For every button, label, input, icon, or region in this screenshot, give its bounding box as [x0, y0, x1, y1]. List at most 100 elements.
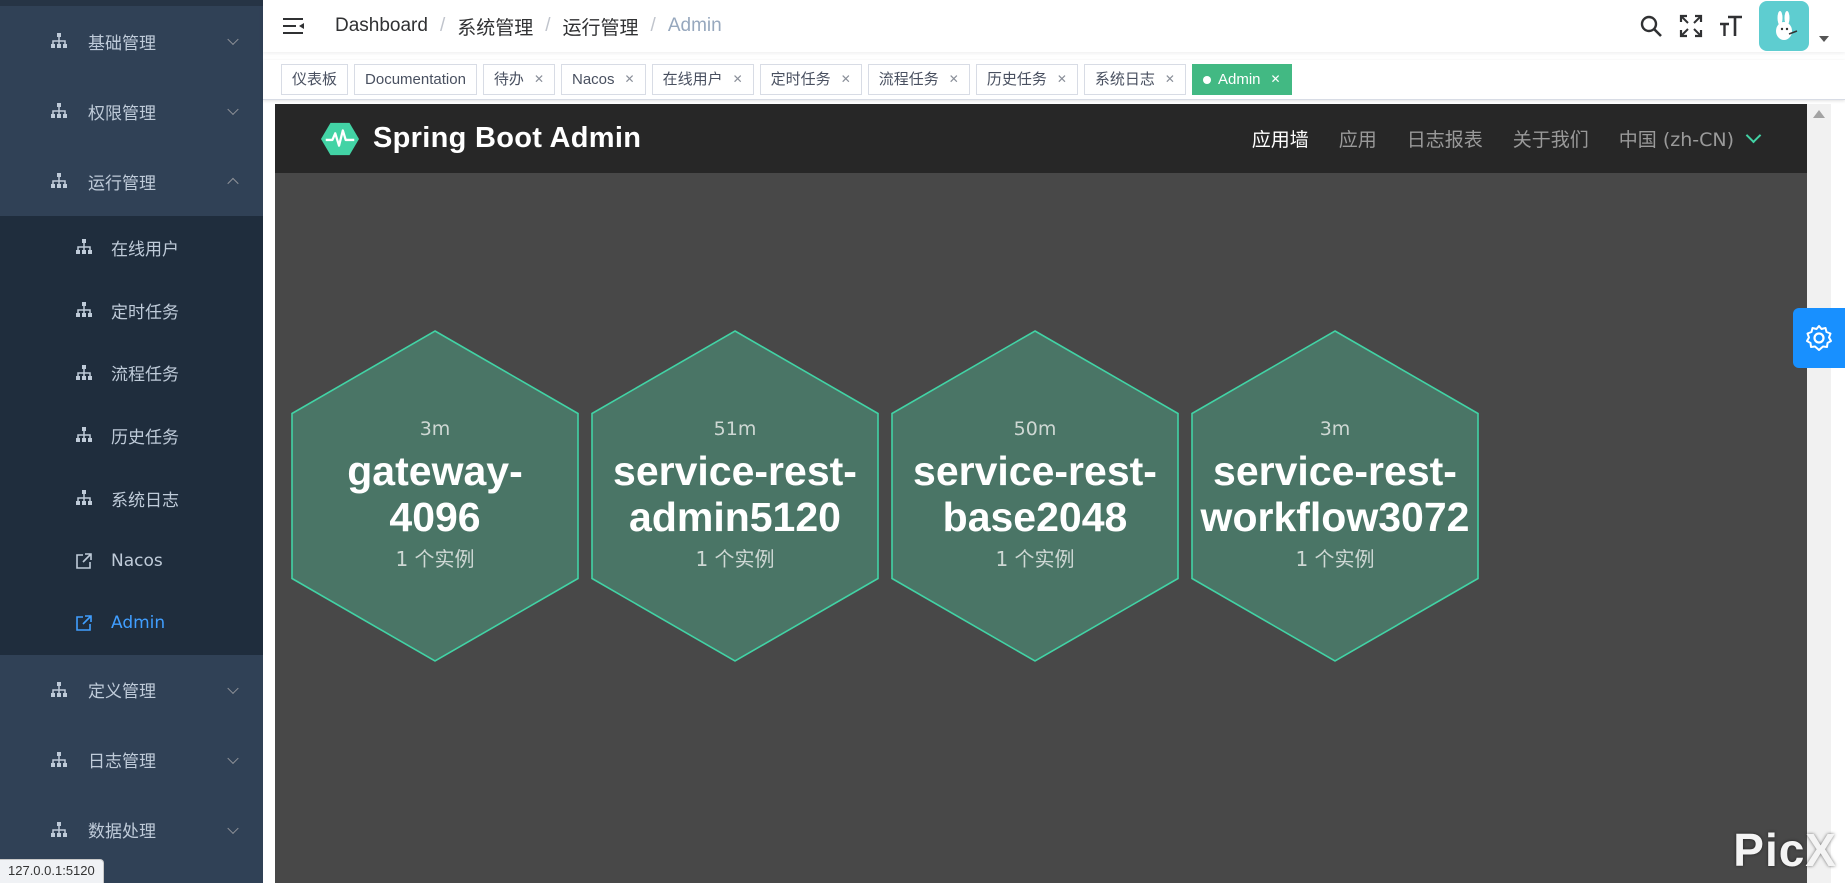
tag-label: Nacos	[572, 71, 615, 88]
chevron-down-icon	[227, 822, 239, 834]
tag-6[interactable]: 定时任务 ✕	[759, 64, 862, 95]
submenu-item-label: 定时任务	[111, 302, 179, 323]
tree-icon	[76, 427, 92, 443]
submenu-item-label: 历史任务	[111, 427, 179, 448]
search-icon[interactable]	[1639, 14, 1663, 38]
breadcrumb-item[interactable]: 系统管理	[457, 13, 533, 40]
menu-item-1[interactable]: 基础管理	[0, 6, 263, 76]
tag-8[interactable]: 历史任务 ✕	[975, 64, 1078, 95]
tag-label: Documentation	[365, 71, 466, 88]
application-wall	[291, 330, 1479, 662]
tree-icon	[51, 103, 67, 118]
tag-9[interactable]: 系统日志 ✕	[1083, 64, 1186, 95]
breadcrumb-item: Admin	[667, 15, 722, 36]
breadcrumb-item[interactable]: 运行管理	[563, 13, 639, 40]
app-hexagon-3[interactable]	[891, 330, 1179, 662]
close-icon[interactable]: ✕	[625, 65, 635, 94]
breadcrumb: Dashboard / 系统管理 / 运行管理 / Admin	[335, 13, 722, 40]
menu-item-1[interactable]: 定义管理	[0, 655, 263, 725]
tag-label: 流程任务	[878, 71, 939, 88]
tree-icon	[76, 490, 92, 506]
close-icon[interactable]: ✕	[733, 65, 743, 94]
chevron-up-icon	[227, 177, 239, 190]
menu-item-label: 定义管理	[88, 682, 156, 703]
tree-icon	[51, 681, 67, 697]
caret-down-icon[interactable]	[1819, 36, 1829, 42]
menu-item-3[interactable]: 运行管理	[0, 146, 263, 216]
close-icon[interactable]: ✕	[949, 65, 959, 94]
tag-label: Admin	[1217, 71, 1261, 88]
submenu-item-label: 流程任务	[111, 365, 179, 386]
submenu-item-2[interactable]: 定时任务	[0, 279, 263, 342]
font-size-icon[interactable]	[1719, 14, 1743, 38]
avatar-rabbit-icon	[1776, 11, 1798, 40]
navbar: Dashboard / 系统管理 / 运行管理 / Admin	[263, 0, 1845, 52]
status-url: 127.0.0.1:5120	[0, 859, 104, 883]
tag-label: 定时任务	[770, 71, 831, 88]
menu-item-label: 数据处理	[88, 822, 156, 843]
submenu-item-5[interactable]: 系统日志	[0, 467, 263, 530]
chevron-down-icon	[227, 682, 239, 694]
gear-icon	[1806, 325, 1832, 351]
watermark: PicX	[1733, 824, 1837, 876]
external-link-icon	[76, 615, 92, 632]
submenu-item-4[interactable]: 历史任务	[0, 404, 263, 467]
menu-item-label: 日志管理	[88, 752, 156, 773]
tag-4[interactable]: Nacos ✕	[561, 64, 646, 95]
tags-view: 仪表板 Documentation 待办 ✕ Nacos ✕ 在线用户 ✕ 定时任务 ✕ 流程任务 ✕…	[263, 60, 1845, 100]
submenu-item-6[interactable]: Nacos	[0, 529, 263, 592]
admin-iframe: Spring Boot Admin 应用墙 应用 日志报表 关于我们 中国 (zh-CN…	[275, 104, 1807, 883]
tag-10[interactable]: Admin ✕	[1191, 64, 1292, 95]
breadcrumb-separator: /	[439, 15, 446, 36]
breadcrumb-item[interactable]: Dashboard	[335, 15, 428, 37]
settings-button[interactable]	[1793, 308, 1845, 368]
tag-5[interactable]: 在线用户 ✕	[651, 64, 754, 95]
scroll-up-arrow-icon[interactable]	[1813, 110, 1825, 118]
tag-3[interactable]: 待办 ✕	[482, 64, 555, 95]
sidebar: 基础管理权限管理运行管理 在线用户定时任务流程任务历史任务系统日志 Nacos Ad…	[0, 0, 263, 883]
tag-2[interactable]: Documentation	[354, 64, 477, 95]
tag-label: 在线用户	[662, 71, 723, 88]
submenu-item-7[interactable]: Admin	[0, 592, 263, 655]
fullscreen-icon[interactable]	[1679, 14, 1703, 38]
menu-item-label: 基础管理	[88, 33, 156, 54]
menu-item-2[interactable]: 权限管理	[0, 76, 263, 146]
tree-icon	[51, 821, 67, 837]
tree-icon	[51, 751, 67, 767]
breadcrumb-separator: /	[545, 15, 551, 36]
tree-icon	[76, 302, 92, 318]
tree-icon	[51, 173, 67, 188]
tag-label: 待办	[493, 71, 524, 88]
close-icon[interactable]: ✕	[1165, 65, 1175, 94]
close-icon[interactable]: ✕	[534, 65, 544, 94]
chevron-down-icon	[227, 103, 239, 116]
tag-label: 历史任务	[986, 71, 1047, 88]
header-right	[1639, 0, 1845, 52]
close-icon[interactable]: ✕	[1271, 65, 1281, 94]
menu-item-2[interactable]: 日志管理	[0, 725, 263, 795]
menu-item-3[interactable]: 数据处理	[0, 795, 263, 865]
tree-icon	[76, 239, 92, 255]
tag-label: 仪表板	[292, 71, 338, 88]
tag-7[interactable]: 流程任务 ✕	[867, 64, 970, 95]
hamburger-icon[interactable]	[283, 17, 305, 35]
scrollbar[interactable]	[1807, 104, 1831, 883]
breadcrumb-separator: /	[650, 15, 656, 36]
avatar[interactable]	[1759, 1, 1809, 51]
submenu-item-1[interactable]: 在线用户	[0, 216, 263, 279]
app-hexagon-2[interactable]	[591, 330, 879, 662]
chevron-down-icon	[227, 33, 239, 46]
tree-icon	[76, 364, 92, 380]
close-icon[interactable]: ✕	[1057, 65, 1067, 94]
submenu-item-3[interactable]: 流程任务	[0, 341, 263, 404]
submenu-run-management: 在线用户定时任务流程任务历史任务系统日志 Nacos Admin	[0, 216, 263, 655]
app-hexagon-4[interactable]	[1191, 330, 1479, 662]
submenu-item-label: Nacos	[111, 550, 163, 571]
app-hexagon-1[interactable]	[291, 330, 579, 662]
menu-item-label: 运行管理	[88, 173, 156, 194]
external-link-icon	[76, 552, 92, 569]
tag-1[interactable]: 仪表板	[281, 64, 349, 95]
menu-item-label: 权限管理	[88, 103, 156, 124]
tree-icon	[51, 33, 67, 48]
close-icon[interactable]: ✕	[841, 65, 851, 94]
